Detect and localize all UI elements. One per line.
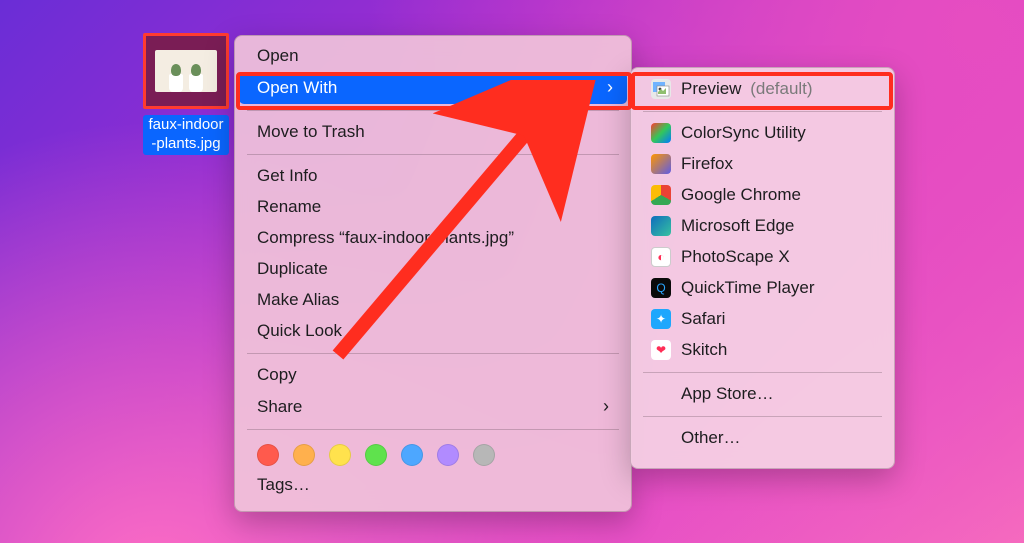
menu-item-compress[interactable]: Compress “faux-indoor-plants.jpg” [235,223,631,254]
submenu-item-quicktime[interactable]: Q QuickTime Player [631,273,894,304]
safari-app-icon: ✦ [651,309,671,329]
submenu-item-label: Skitch [681,340,874,360]
menu-item-tags[interactable]: Tags… [235,470,631,501]
tag-blue[interactable] [401,444,423,466]
submenu-item-edge[interactable]: Microsoft Edge [631,211,894,242]
menu-item-open-with[interactable]: Open With › [239,72,627,104]
chevron-right-icon: › [603,396,609,417]
menu-separator [247,110,619,111]
tag-orange[interactable] [293,444,315,466]
submenu-item-label: PhotoScape X [681,247,874,267]
menu-item-label: Compress “faux-indoor-plants.jpg” [257,228,514,248]
menu-item-label: Tags… [257,475,310,495]
submenu-item-label: ColorSync Utility [681,123,874,143]
submenu-item-label: Microsoft Edge [681,216,874,236]
submenu-item-label: Google Chrome [681,185,874,205]
desktop[interactable]: faux-indoor-plants.jpg Open Open With › … [0,0,1024,543]
skitch-app-icon: ❤ [651,340,671,360]
context-menu: Open Open With › Move to Trash Get Info … [234,35,632,512]
submenu-item-other[interactable]: Other… [631,423,894,454]
submenu-item-firefox[interactable]: Firefox [631,149,894,180]
tag-red[interactable] [257,444,279,466]
photoscape-app-icon: ◐ [651,247,671,267]
menu-item-label: Share [257,397,302,417]
menu-item-label: Get Info [257,166,317,186]
menu-item-rename[interactable]: Rename [235,192,631,223]
submenu-item-label: App Store… [681,384,874,404]
submenu-item-photoscape[interactable]: ◐ PhotoScape X [631,242,894,273]
menu-item-label: Open With [257,78,337,98]
menu-separator [643,416,882,417]
file-thumbnail [143,33,229,109]
default-suffix: (default) [750,79,812,98]
menu-item-get-info[interactable]: Get Info [235,161,631,192]
menu-separator [643,111,882,112]
submenu-item-safari[interactable]: ✦ Safari [631,304,894,335]
firefox-app-icon [651,154,671,174]
submenu-item-label: QuickTime Player [681,278,874,298]
menu-item-label: Duplicate [257,259,328,279]
menu-item-copy[interactable]: Copy [235,360,631,391]
menu-item-move-to-trash[interactable]: Move to Trash [235,117,631,148]
chrome-app-icon [651,185,671,205]
menu-item-label: Rename [257,197,321,217]
tag-color-row [235,436,631,470]
menu-separator [247,154,619,155]
edge-app-icon [651,216,671,236]
submenu-item-chrome[interactable]: Google Chrome [631,180,894,211]
menu-item-label: Quick Look [257,321,342,341]
quicktime-app-icon: Q [651,278,671,298]
menu-separator [247,429,619,430]
preview-app-icon [651,79,671,99]
menu-separator [643,372,882,373]
file-name-label: faux-indoor-plants.jpg [143,115,229,155]
tag-yellow[interactable] [329,444,351,466]
menu-separator [247,353,619,354]
submenu-item-label: Other… [681,428,874,448]
submenu-item-skitch[interactable]: ❤ Skitch [631,335,894,366]
tag-purple[interactable] [437,444,459,466]
chevron-right-icon: › [607,77,613,98]
submenu-item-label: Firefox [681,154,874,174]
menu-item-label: Copy [257,365,297,385]
menu-item-label: Make Alias [257,290,339,310]
menu-item-label: Move to Trash [257,122,365,142]
tag-gray[interactable] [473,444,495,466]
tag-green[interactable] [365,444,387,466]
menu-item-open[interactable]: Open [235,41,631,72]
menu-item-duplicate[interactable]: Duplicate [235,254,631,285]
submenu-item-colorsync[interactable]: ColorSync Utility [631,118,894,149]
desktop-file[interactable]: faux-indoor-plants.jpg [143,33,229,155]
open-with-submenu: Preview (default) ColorSync Utility Fire… [630,67,895,469]
submenu-item-app-store[interactable]: App Store… [631,379,894,410]
submenu-item-label: Safari [681,309,874,329]
submenu-item-preview-default[interactable]: Preview (default) [631,74,894,105]
file-thumbnail-image [155,50,217,92]
menu-item-quick-look[interactable]: Quick Look [235,316,631,347]
colorsync-app-icon [651,123,671,143]
menu-item-share[interactable]: Share › [235,391,631,423]
submenu-item-label: Preview (default) [681,79,874,99]
menu-item-label: Open [257,46,299,66]
menu-item-make-alias[interactable]: Make Alias [235,285,631,316]
